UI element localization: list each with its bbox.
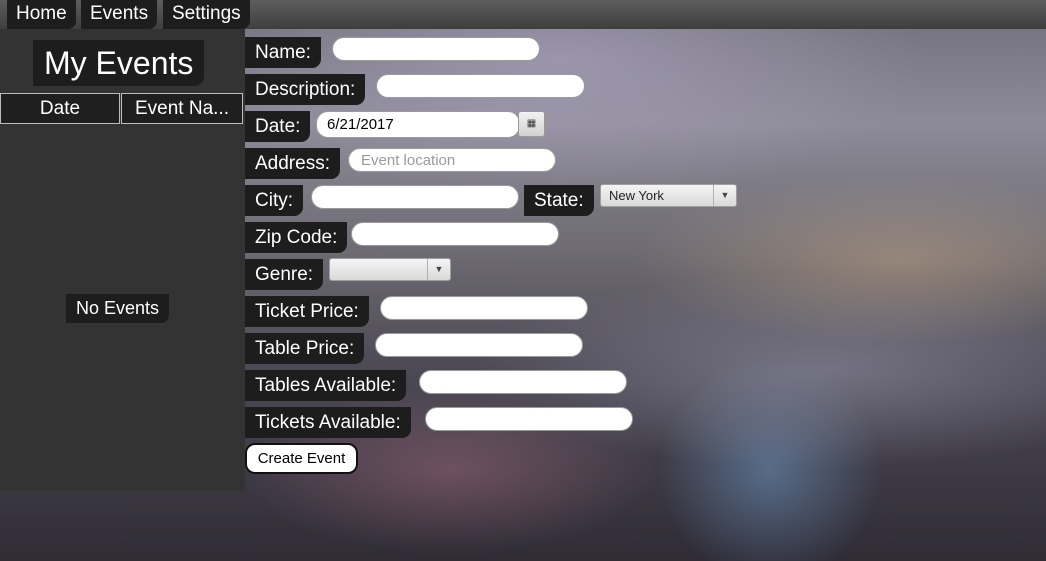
tables-available-input[interactable] [419,370,627,394]
event-name-column-header[interactable]: Event Na... [121,93,243,124]
sidebar-title: My Events [33,40,205,86]
zip-code-input[interactable] [351,222,559,246]
state-label: State: [524,185,594,216]
table-price-label: Table Price: [245,333,365,364]
address-label: Address: [245,148,340,179]
zip-code-label: Zip Code: [245,222,348,253]
ticket-price-input[interactable] [380,296,588,320]
city-label: City: [245,185,303,216]
ticket-price-label: Ticket Price: [245,296,369,327]
nav-events-tab[interactable]: Events [81,0,158,29]
name-label: Name: [245,37,321,68]
name-input[interactable] [332,37,540,61]
address-input[interactable] [348,148,556,172]
tables-available-label: Tables Available: [245,370,407,401]
city-input[interactable] [311,185,519,209]
nav-home-tab[interactable]: Home [7,0,76,29]
description-input[interactable] [376,74,585,98]
date-column-header[interactable]: Date [0,93,120,124]
create-event-button[interactable]: Create Event [245,443,358,474]
empty-events-message: No Events [66,294,170,323]
chevron-down-icon: ▼ [427,259,450,280]
table-price-input[interactable] [375,333,583,357]
genre-label: Genre: [245,259,324,290]
nav-settings-tab[interactable]: Settings [163,0,250,29]
tickets-available-label: Tickets Available: [245,407,411,438]
date-input[interactable] [316,111,520,138]
tickets-available-input[interactable] [425,407,633,431]
state-select[interactable]: New York ▼ [600,184,737,207]
genre-select[interactable]: ▼ [329,258,451,281]
chevron-down-icon: ▼ [713,185,736,206]
date-label: Date: [245,111,311,142]
calendar-icon[interactable]: ▦ [518,111,545,137]
state-select-value: New York [609,188,664,203]
description-label: Description: [245,74,366,105]
top-nav-bar: Home Events Settings [0,0,1046,29]
